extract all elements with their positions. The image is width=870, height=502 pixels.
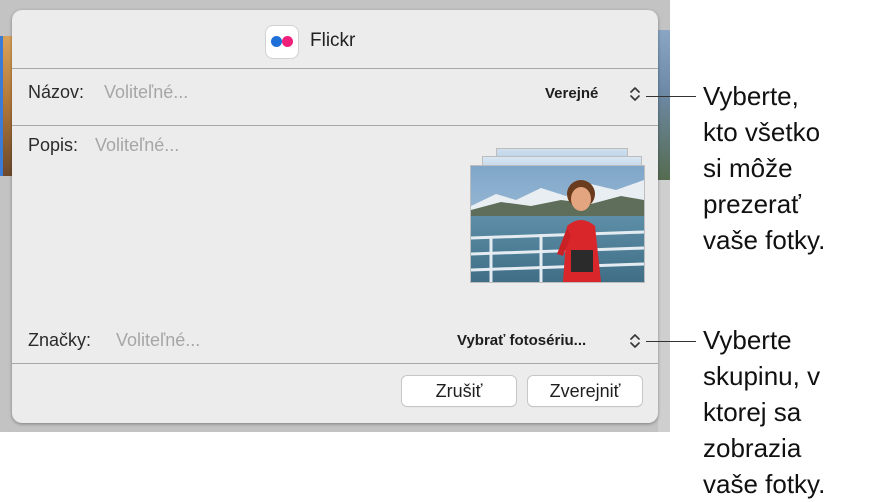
- background-photo-right: [658, 30, 670, 180]
- tags-label: Značky:: [28, 330, 92, 350]
- callout-line-privacy: [646, 96, 696, 97]
- sheet-header: Flickr: [12, 10, 658, 68]
- cancel-button[interactable]: Zrušiť: [402, 376, 516, 406]
- app-title: Flickr: [310, 30, 356, 51]
- chevron-updown-icon[interactable]: [629, 331, 641, 351]
- background-strip-right: [658, 180, 670, 432]
- title-label: Názov:: [28, 82, 85, 102]
- photo-thumbnail: [470, 165, 645, 283]
- flickr-logo-icon: [266, 26, 298, 58]
- chevron-updown-icon[interactable]: [629, 84, 641, 104]
- album-popup[interactable]: Vybrať fotosériu...: [457, 332, 586, 349]
- divider: [12, 363, 658, 364]
- tags-input[interactable]: Voliteľné...: [116, 330, 200, 351]
- privacy-popup[interactable]: Verejné: [545, 85, 598, 102]
- flickr-share-sheet: Flickr Názov: Voliteľné... Verejné Popis…: [12, 10, 658, 423]
- publish-button[interactable]: Zverejniť: [528, 376, 642, 406]
- divider: [12, 68, 658, 69]
- callout-privacy: Vyberte, kto všetko si môže prezerať vaš…: [703, 81, 826, 255]
- title-input[interactable]: Voliteľné...: [104, 82, 188, 103]
- divider: [12, 125, 658, 126]
- callout-line-album: [646, 341, 696, 342]
- callout-album: Vyberte skupinu, v ktorej sa zobrazia va…: [703, 325, 826, 499]
- description-label: Popis:: [28, 135, 79, 155]
- description-input[interactable]: Voliteľné...: [95, 135, 179, 156]
